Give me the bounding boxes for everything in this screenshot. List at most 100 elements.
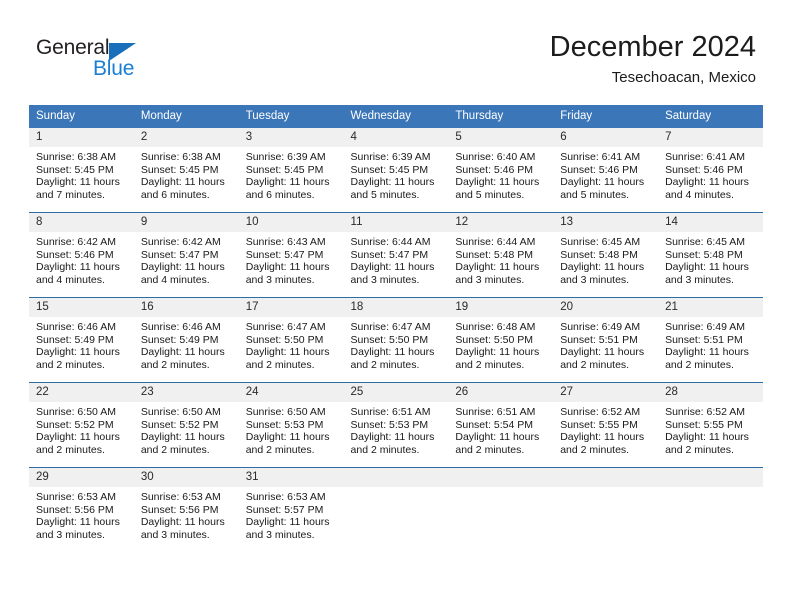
day-number: 20 [553, 298, 659, 317]
day-number: 16 [133, 298, 239, 317]
calendar-day-cell[interactable]: 19 Sunrise: 6:48 AM Sunset: 5:50 PM Dayligh… [448, 297, 554, 383]
calendar-day-cell[interactable]: 14 Sunrise: 6:45 AM Sunset: 5:48 PM Dayligh… [658, 212, 763, 298]
generalblue-logo[interactable]: General Blue [36, 36, 186, 84]
calendar-header-row: Sunday Monday Tuesday Wednesday Thursday… [29, 105, 763, 128]
weekday-header-saturday: Saturday [658, 105, 763, 128]
calendar-day-cell[interactable]: 18 Sunrise: 6:47 AM Sunset: 5:50 PM Dayligh… [343, 297, 449, 383]
calendar-day-cell[interactable]: 15 Sunrise: 6:46 AM Sunset: 5:49 PM Dayligh… [29, 297, 134, 383]
calendar-day-cell[interactable]: 13 Sunrise: 6:45 AM Sunset: 5:48 PM Dayligh… [553, 212, 659, 298]
sunset-text: Sunset: 5:45 PM [245, 163, 324, 176]
daylight-text-line1: Daylight: 11 hours [140, 431, 225, 444]
daylight-text-line1: Daylight: 11 hours [245, 431, 330, 444]
calendar-day-cell[interactable]: 30 Sunrise: 6:53 AM Sunset: 5:56 PM Dayligh… [133, 467, 239, 552]
calendar-day-cell[interactable]: 25 Sunrise: 6:51 AM Sunset: 5:53 PM Dayligh… [343, 382, 449, 468]
sunset-text: Sunset: 5:53 PM [350, 418, 429, 431]
sunset-text: Sunset: 5:48 PM [455, 248, 534, 261]
day-number: 26 [448, 383, 554, 402]
calendar-day-cell[interactable]: 21 Sunrise: 6:49 AM Sunset: 5:51 PM Dayligh… [658, 297, 763, 383]
calendar-day-cell[interactable]: 16 Sunrise: 6:46 AM Sunset: 5:49 PM Dayligh… [133, 297, 239, 383]
daylight-text-line1: Daylight: 11 hours [245, 516, 330, 529]
calendar-day-cell[interactable]: 3 Sunrise: 6:39 AM Sunset: 5:45 PM Daylight… [238, 128, 344, 213]
sunset-text: Sunset: 5:53 PM [245, 418, 324, 431]
daylight-text-line2: and 5 minutes. [350, 188, 420, 201]
calendar-day-cell[interactable]: 20 Sunrise: 6:49 AM Sunset: 5:51 PM Dayligh… [553, 297, 659, 383]
day-details: Sunrise: 6:45 AM Sunset: 5:48 PM Daylight:… [658, 232, 763, 286]
sunset-text: Sunset: 5:49 PM [36, 333, 114, 346]
daylight-text-line2: and 2 minutes. [245, 443, 315, 456]
sunrise-text: Sunrise: 6:48 AM [455, 321, 536, 333]
calendar-day-cell[interactable]: 27 Sunrise: 6:52 AM Sunset: 5:55 PM Dayligh… [553, 382, 659, 468]
calendar-day-cell[interactable]: 9 Sunrise: 6:42 AM Sunset: 5:47 PM Daylight… [133, 212, 239, 298]
day-number: 21 [658, 298, 763, 317]
day-number [448, 468, 554, 487]
calendar-day-cell[interactable]: 12 Sunrise: 6:44 AM Sunset: 5:48 PM Dayligh… [448, 212, 554, 298]
sunrise-text: Sunrise: 6:49 AM [560, 321, 641, 333]
calendar-day-cell[interactable]: 2 Sunrise: 6:38 AM Sunset: 5:45 PM Daylight… [133, 128, 239, 213]
sunrise-text: Sunrise: 6:38 AM [140, 151, 221, 163]
daylight-text-line2: and 4 minutes. [140, 273, 210, 286]
daylight-text-line1: Daylight: 11 hours [140, 261, 225, 274]
calendar-day-cell[interactable]: 22 Sunrise: 6:50 AM Sunset: 5:52 PM Dayligh… [29, 382, 134, 468]
daylight-text-line2: and 2 minutes. [140, 358, 210, 371]
day-details: Sunrise: 6:41 AM Sunset: 5:46 PM Daylight:… [658, 147, 763, 201]
sunrise-text: Sunrise: 6:46 AM [140, 321, 221, 333]
sunrise-text: Sunrise: 6:39 AM [245, 151, 326, 163]
calendar-day-cell[interactable]: 17 Sunrise: 6:47 AM Sunset: 5:50 PM Dayligh… [238, 297, 344, 383]
calendar-day-cell[interactable]: 7 Sunrise: 6:41 AM Sunset: 5:46 PM Daylight… [658, 128, 763, 213]
daylight-text-line1: Daylight: 11 hours [665, 431, 749, 444]
page-title: December 2024 [549, 31, 756, 63]
calendar-day-cell[interactable]: 26 Sunrise: 6:51 AM Sunset: 5:54 PM Dayligh… [448, 382, 554, 468]
day-details: Sunrise: 6:53 AM Sunset: 5:56 PM Daylight:… [29, 487, 134, 541]
sunset-text: Sunset: 5:45 PM [350, 163, 429, 176]
calendar-day-cell[interactable]: 23 Sunrise: 6:50 AM Sunset: 5:52 PM Dayligh… [133, 382, 239, 468]
calendar-day-cell[interactable]: 6 Sunrise: 6:41 AM Sunset: 5:46 PM Daylight… [553, 128, 659, 213]
daylight-text-line1: Daylight: 11 hours [665, 261, 749, 274]
calendar-day-cell[interactable]: 31 Sunrise: 6:53 AM Sunset: 5:57 PM Dayligh… [238, 467, 344, 552]
day-details: Sunrise: 6:47 AM Sunset: 5:50 PM Daylight:… [344, 317, 449, 371]
daylight-text-line1: Daylight: 11 hours [665, 346, 749, 359]
day-details: Sunrise: 6:43 AM Sunset: 5:47 PM Daylight:… [239, 232, 344, 286]
sunset-text: Sunset: 5:54 PM [455, 418, 534, 431]
day-number: 3 [238, 128, 344, 147]
daylight-text-line1: Daylight: 11 hours [140, 176, 225, 189]
calendar-day-cell-empty [448, 467, 554, 552]
sunset-text: Sunset: 5:47 PM [140, 248, 219, 261]
sunset-text: Sunset: 5:50 PM [245, 333, 324, 346]
daylight-text-line2: and 3 minutes. [665, 273, 734, 286]
day-number: 30 [133, 468, 239, 487]
sunrise-text: Sunrise: 6:50 AM [245, 406, 326, 418]
calendar-day-cell[interactable]: 4 Sunrise: 6:39 AM Sunset: 5:45 PM Daylight… [343, 128, 449, 213]
calendar-day-cell-empty [343, 467, 449, 552]
sunset-text: Sunset: 5:55 PM [665, 418, 743, 431]
sunrise-text: Sunrise: 6:41 AM [665, 151, 746, 163]
calendar-day-cell[interactable]: 1 Sunrise: 6:38 AM Sunset: 5:45 PM Daylight… [29, 128, 134, 213]
day-details: Sunrise: 6:49 AM Sunset: 5:51 PM Daylight:… [658, 317, 763, 371]
daylight-text-line1: Daylight: 11 hours [36, 346, 120, 359]
day-details: Sunrise: 6:46 AM Sunset: 5:49 PM Daylight:… [134, 317, 239, 371]
sunrise-text: Sunrise: 6:53 AM [245, 491, 326, 503]
calendar-day-cell[interactable]: 11 Sunrise: 6:44 AM Sunset: 5:47 PM Dayligh… [343, 212, 449, 298]
day-number [343, 468, 449, 487]
calendar-day-cell[interactable]: 10 Sunrise: 6:43 AM Sunset: 5:47 PM Dayligh… [238, 212, 344, 298]
sunset-text: Sunset: 5:46 PM [455, 163, 534, 176]
calendar-week-row: 15 Sunrise: 6:46 AM Sunset: 5:49 PM Dayligh… [29, 297, 763, 383]
sunrise-text: Sunrise: 6:51 AM [350, 406, 431, 418]
calendar-day-cell[interactable]: 24 Sunrise: 6:50 AM Sunset: 5:53 PM Dayligh… [238, 382, 344, 468]
sunrise-text: Sunrise: 6:39 AM [350, 151, 431, 163]
day-details: Sunrise: 6:51 AM Sunset: 5:54 PM Daylight:… [448, 402, 553, 456]
day-details: Sunrise: 6:51 AM Sunset: 5:53 PM Daylight:… [344, 402, 449, 456]
sunset-text: Sunset: 5:47 PM [245, 248, 324, 261]
sunrise-text: Sunrise: 6:52 AM [665, 406, 746, 418]
sunset-text: Sunset: 5:56 PM [36, 503, 114, 516]
sunset-text: Sunset: 5:52 PM [140, 418, 219, 431]
daylight-text-line2: and 3 minutes. [140, 528, 210, 541]
sunset-text: Sunset: 5:50 PM [350, 333, 429, 346]
calendar-day-cell[interactable]: 29 Sunrise: 6:53 AM Sunset: 5:56 PM Dayligh… [29, 467, 134, 552]
calendar-day-cell[interactable]: 5 Sunrise: 6:40 AM Sunset: 5:46 PM Daylight… [448, 128, 554, 213]
day-number: 9 [133, 213, 239, 232]
daylight-text-line1: Daylight: 11 hours [560, 261, 645, 274]
calendar-day-cell[interactable]: 8 Sunrise: 6:42 AM Sunset: 5:46 PM Daylight… [29, 212, 134, 298]
weekday-header-friday: Friday [553, 105, 659, 128]
calendar-week-row: 29 Sunrise: 6:53 AM Sunset: 5:56 PM Dayligh… [29, 467, 763, 552]
calendar-day-cell[interactable]: 28 Sunrise: 6:52 AM Sunset: 5:55 PM Dayligh… [658, 382, 763, 468]
